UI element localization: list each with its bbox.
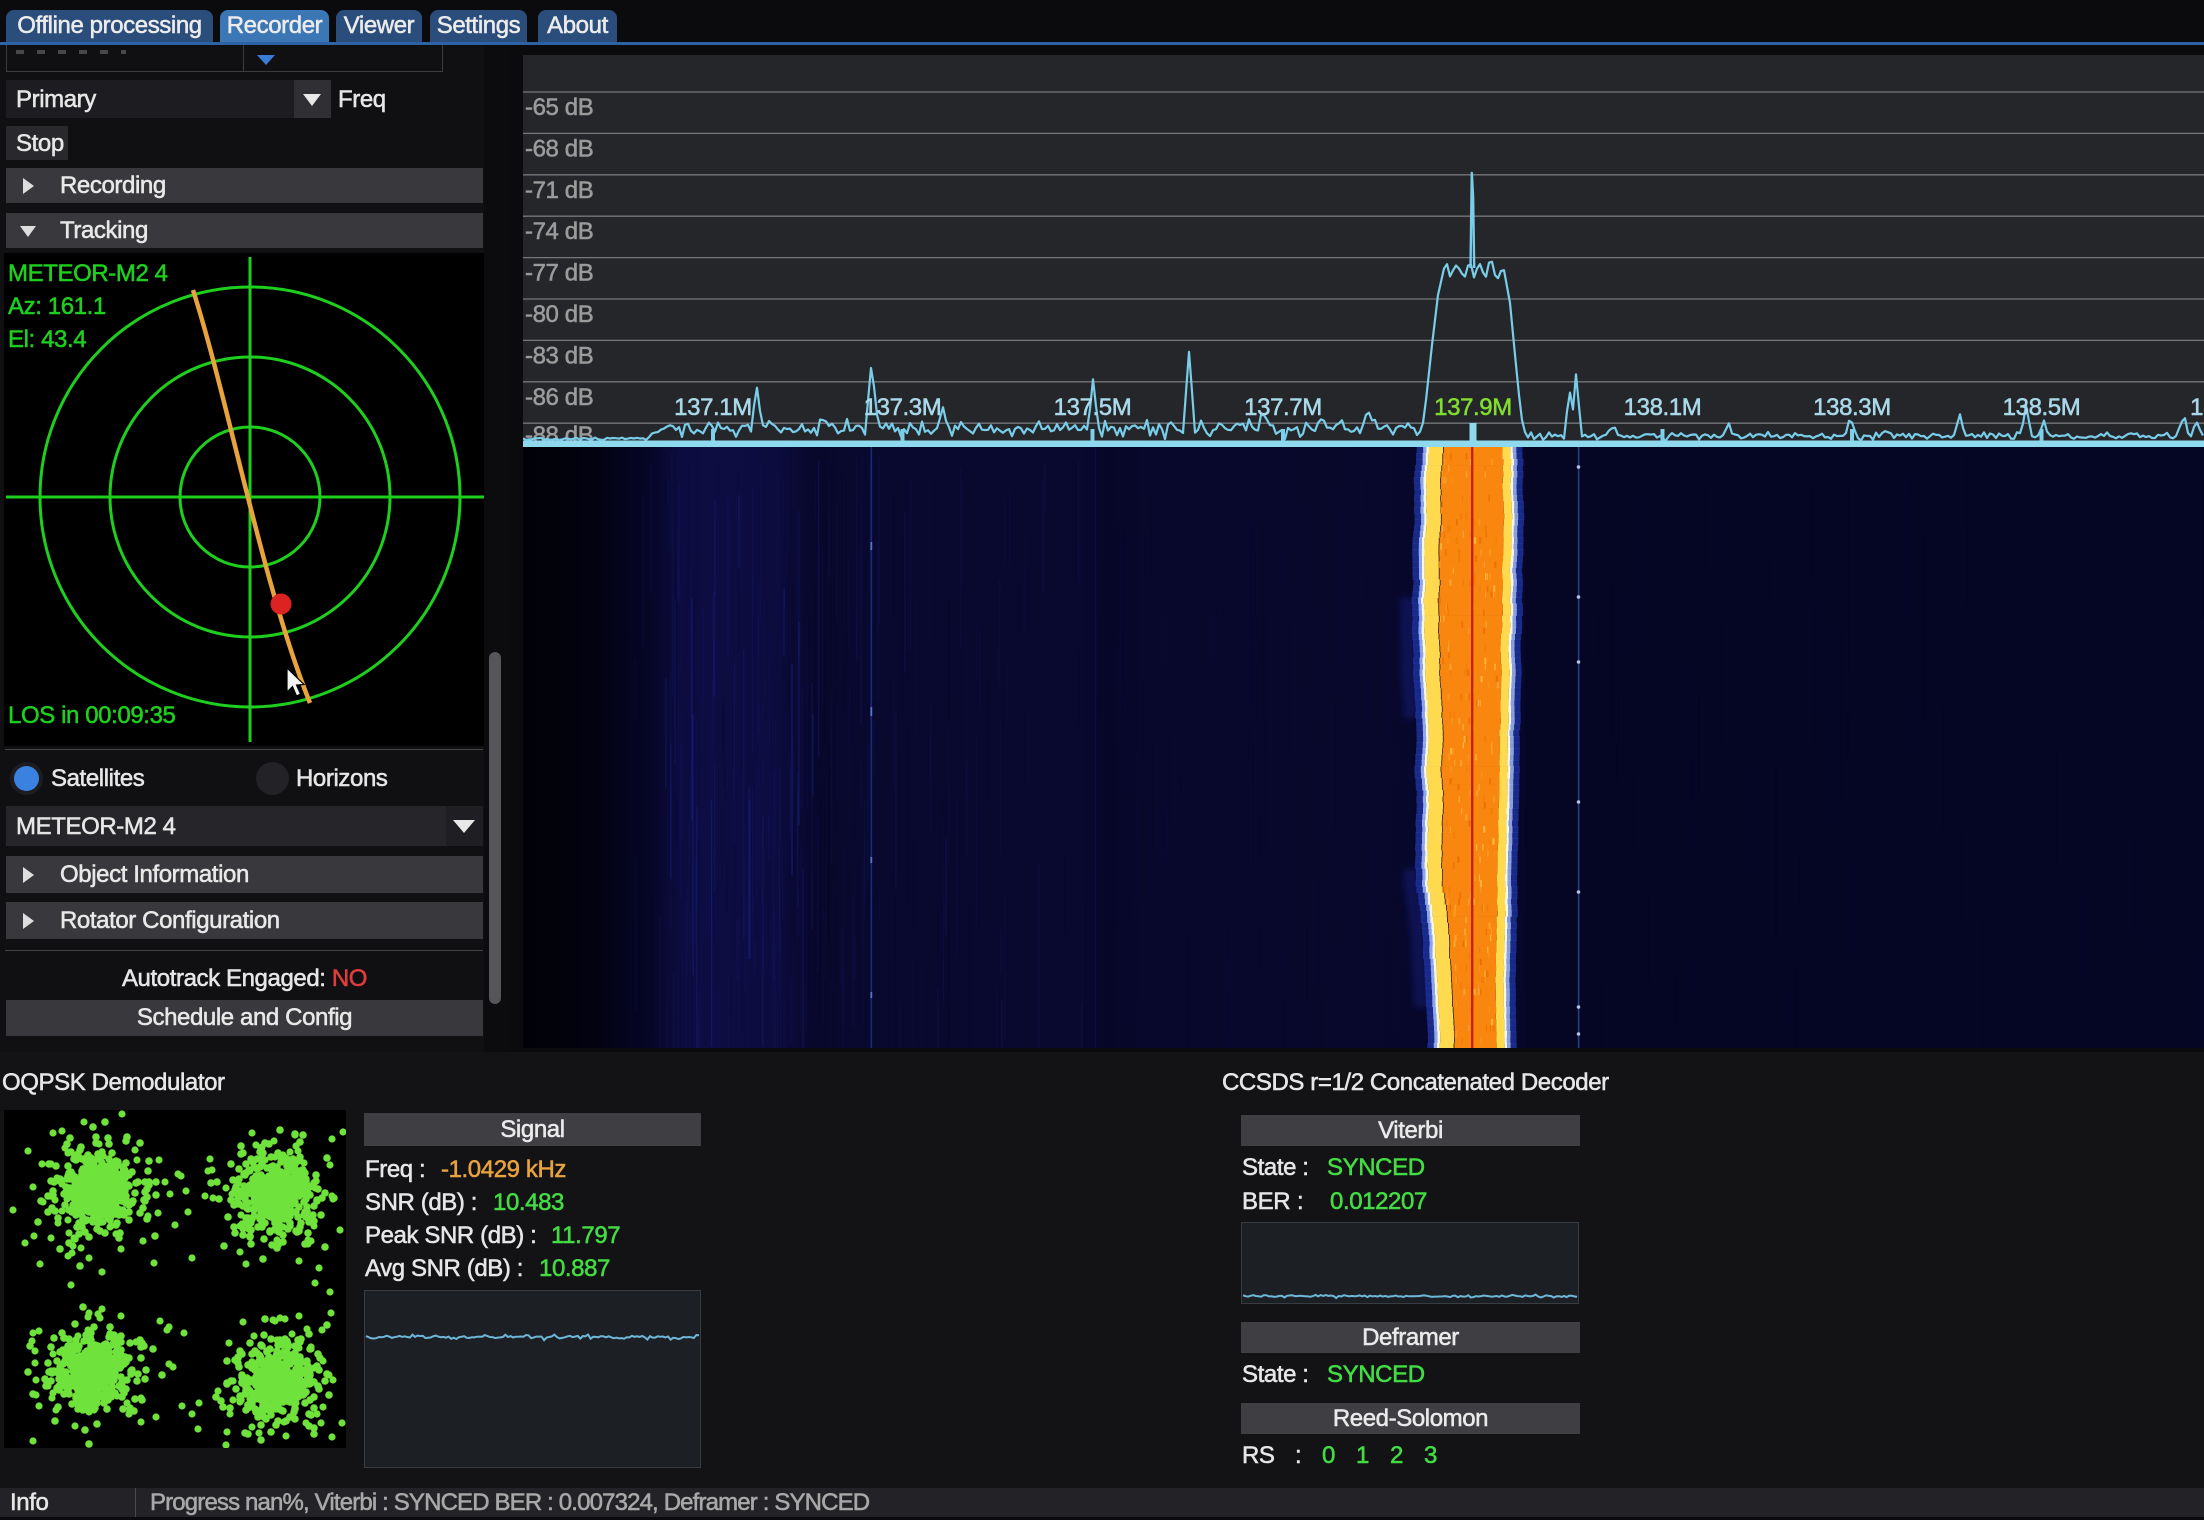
svg-text:138.1M: 138.1M	[1624, 394, 1702, 421]
svg-text:-83 dB: -83 dB	[525, 342, 593, 369]
svg-text:137.7M: 137.7M	[1244, 394, 1322, 421]
svg-text:138.3M: 138.3M	[1813, 394, 1891, 421]
svg-text:-77 dB: -77 dB	[525, 260, 593, 287]
svg-text:-80 dB: -80 dB	[525, 301, 593, 328]
svg-text:137.5M: 137.5M	[1054, 394, 1132, 421]
svg-text:LOS in 00:09:35: LOS in 00:09:35	[8, 702, 176, 729]
svg-text:Az: 161.1: Az: 161.1	[8, 293, 106, 320]
svg-text:137.9M: 137.9M	[1434, 394, 1512, 421]
svg-text:137.1M: 137.1M	[674, 394, 752, 421]
svg-text:138.7M: 138.7M	[2190, 394, 2204, 421]
svg-text:137.3M: 137.3M	[864, 394, 942, 421]
svg-text:-68 dB: -68 dB	[525, 135, 593, 162]
svg-text:-74 dB: -74 dB	[525, 218, 593, 245]
svg-text:-86 dB: -86 dB	[525, 384, 593, 411]
svg-text:METEOR-M2 4: METEOR-M2 4	[8, 260, 168, 287]
svg-text:-65 dB: -65 dB	[525, 94, 593, 121]
svg-text:138.5M: 138.5M	[2003, 394, 2081, 421]
svg-text:-71 dB: -71 dB	[525, 177, 593, 204]
svg-text:El: 43.4: El: 43.4	[8, 326, 86, 353]
